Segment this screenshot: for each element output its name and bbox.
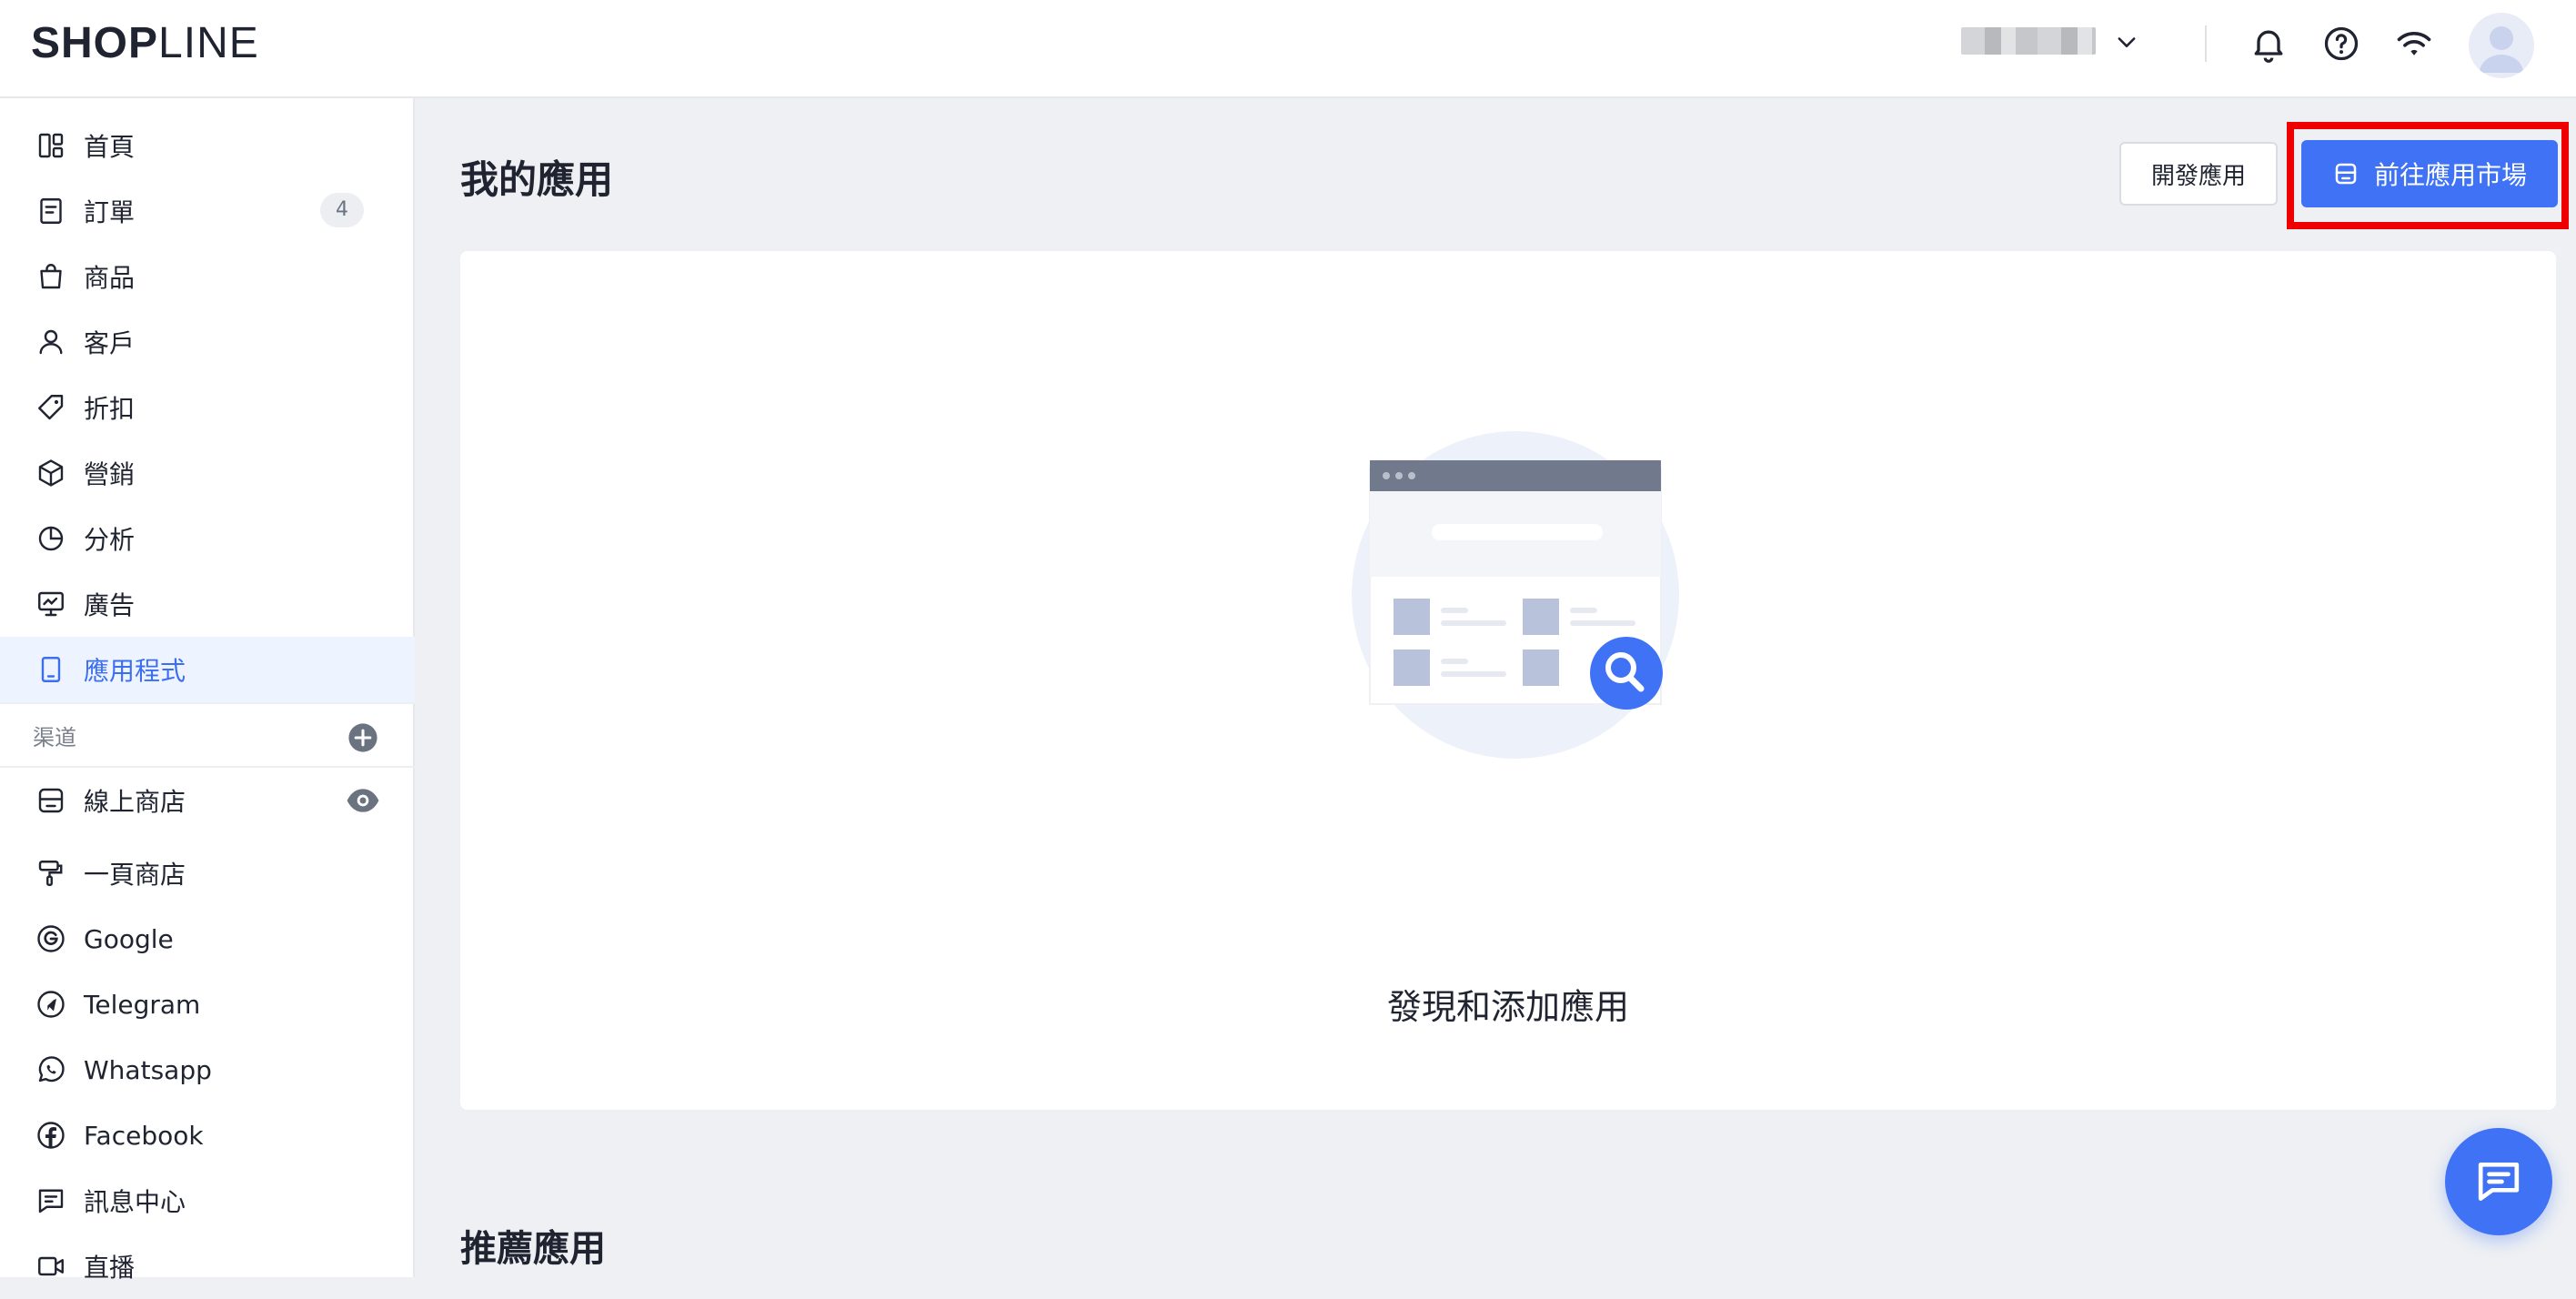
live-video-icon <box>38 1256 64 1276</box>
sidebar-item-one-page-store[interactable]: 一頁商店 <box>0 841 415 906</box>
sidebar-item-apps[interactable]: 應用程式 <box>0 637 415 702</box>
ad-monitor-icon <box>38 591 64 617</box>
pie-chart-icon <box>38 526 64 551</box>
sidebar-item-label: 廣告 <box>84 590 136 620</box>
my-apps-empty-card: 發現和添加應用 <box>460 251 2556 1110</box>
avatar-person-icon <box>2480 26 2523 73</box>
logo-part1: SHOP <box>31 19 159 67</box>
store-name-blurred <box>1961 27 2096 55</box>
app-search-illustration-icon <box>1352 431 1679 759</box>
channels-heading-label: 渠道 <box>33 724 76 750</box>
store-switcher[interactable] <box>1957 22 2139 67</box>
bell-icon[interactable] <box>2249 24 2289 64</box>
sidebar-item-ads[interactable]: 廣告 <box>0 571 415 637</box>
topbar-divider <box>2205 25 2207 62</box>
page-title: 我的應用 <box>460 157 614 202</box>
paint-roller-icon <box>38 861 63 886</box>
sidebar-item-whatsapp[interactable]: Whatsapp <box>0 1037 415 1103</box>
develop-app-button[interactable]: 開發應用 <box>2119 142 2278 206</box>
tag-icon <box>38 395 64 420</box>
empty-state-text: 發現和添加應用 <box>1386 987 1629 1027</box>
go-to-app-market-button[interactable]: 前往應用市場 <box>2301 140 2558 207</box>
shopline-logo[interactable]: SHOPLINE <box>31 16 259 71</box>
chat-icon <box>2478 1163 2520 1201</box>
dashboard-icon <box>38 133 64 158</box>
sidebar-item-facebook[interactable]: Facebook <box>0 1103 415 1168</box>
whatsapp-icon <box>38 1056 65 1082</box>
sidebar-item-label: 訂單 <box>84 197 136 227</box>
shopping-bag-icon <box>40 264 62 289</box>
sidebar-item-customers[interactable]: 客戶 <box>0 309 415 375</box>
eye-icon[interactable] <box>346 786 380 815</box>
sidebar-item-products[interactable]: 商品 <box>0 244 415 309</box>
sidebar-item-label: 首頁 <box>84 132 136 162</box>
sidebar-item-label: 折扣 <box>84 394 136 424</box>
user-avatar[interactable] <box>2469 13 2534 78</box>
sidebar-item-discounts[interactable]: 折扣 <box>0 375 415 440</box>
sidebar-item-label: Facebook <box>84 1120 204 1151</box>
sidebar-item-label: Whatsapp <box>84 1054 212 1085</box>
sidebar-item-online-store[interactable]: 線上商店 <box>0 768 415 833</box>
sidebar-item-label: 客戶 <box>84 328 136 358</box>
wifi-icon[interactable] <box>2394 24 2434 64</box>
facebook-icon <box>37 1122 65 1149</box>
sidebar-item-label: Google <box>84 923 174 954</box>
orders-count-badge: 4 <box>320 193 364 227</box>
go-to-app-market-label: 前往應用市場 <box>2373 160 2527 190</box>
sidebar-item-label: Telegram <box>84 989 201 1020</box>
google-icon <box>37 925 65 952</box>
order-icon <box>40 198 62 224</box>
sidebar: 首頁 訂單 4 商品 客戶 折扣 營銷 分析 廣告 應用程式 渠道 線上商店 一… <box>0 98 415 1283</box>
sidebar-item-live[interactable]: 直播 <box>0 1234 415 1299</box>
message-center-icon <box>38 1189 64 1213</box>
storefront-icon <box>2335 163 2357 185</box>
recommended-apps-title: 推薦應用 <box>460 1228 606 1270</box>
sidebar-item-label: 營銷 <box>84 459 136 489</box>
channels-section-heading: 渠道 <box>0 702 415 768</box>
add-channel-icon[interactable] <box>347 722 378 753</box>
telegram-icon <box>37 991 65 1018</box>
top-bar: SHOPLINE <box>0 0 2576 98</box>
sidebar-item-home[interactable]: 首頁 <box>0 113 415 178</box>
sidebar-item-google[interactable]: Google <box>0 906 415 972</box>
sidebar-item-label: 分析 <box>84 525 136 555</box>
sidebar-item-label: 直播 <box>84 1253 136 1283</box>
help-icon[interactable] <box>2321 24 2361 64</box>
sidebar-item-message-center[interactable]: 訊息中心 <box>0 1168 415 1234</box>
sidebar-item-analytics[interactable]: 分析 <box>0 506 415 571</box>
main-content: 我的應用 開發應用 前往應用市場 發現和添加應用 推薦應用 <box>417 98 2576 1277</box>
sidebar-item-telegram[interactable]: Telegram <box>0 972 415 1037</box>
sidebar-item-label: 訊息中心 <box>84 1187 186 1217</box>
sidebar-item-marketing[interactable]: 營銷 <box>0 440 415 506</box>
person-icon <box>39 329 63 355</box>
sidebar-item-label: 一頁商店 <box>84 860 186 890</box>
storefront-icon <box>38 788 64 813</box>
chat-support-button[interactable] <box>2445 1128 2552 1235</box>
cube-icon <box>38 459 64 487</box>
app-icon <box>41 657 61 682</box>
sidebar-item-label: 應用程式 <box>84 656 186 686</box>
logo-part2: LINE <box>158 19 259 67</box>
chevron-down-icon <box>2118 37 2136 47</box>
sidebar-item-label: 線上商店 <box>84 787 186 817</box>
sidebar-item-orders[interactable]: 訂單 4 <box>0 178 415 244</box>
sidebar-item-label: 商品 <box>84 263 136 293</box>
